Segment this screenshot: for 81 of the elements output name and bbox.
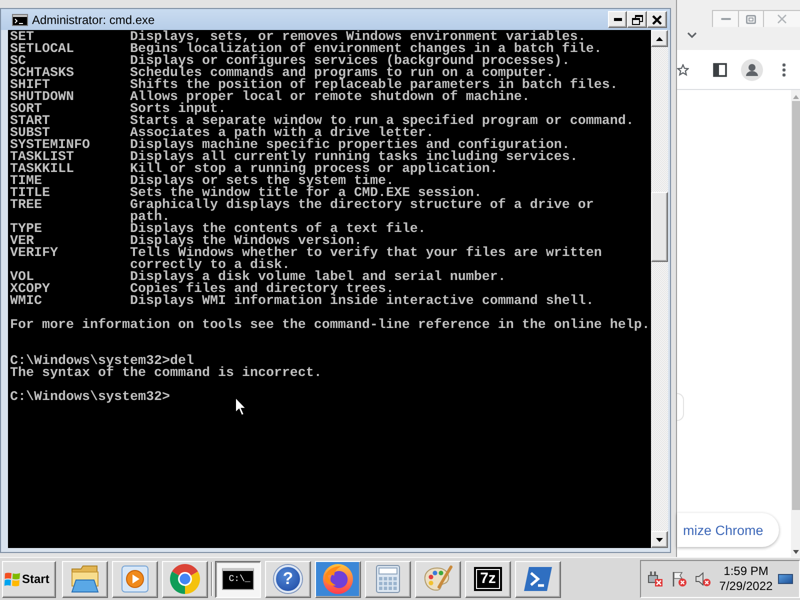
minimize-icon (614, 18, 622, 21)
taskbar-button[interactable] (515, 560, 561, 598)
powershell-icon (523, 566, 553, 592)
command-name: TITLE (10, 188, 50, 200)
scrollbar[interactable] (651, 30, 668, 548)
scrollbar-thumb[interactable] (651, 192, 668, 262)
taskbar-button[interactable]: ? (265, 560, 311, 598)
command-description: Displays WMI information inside interactive command shell. (130, 296, 594, 308)
command-name: XCOPY (10, 284, 50, 296)
command-name: TIME (10, 176, 42, 188)
command-name: WMIC (10, 296, 42, 308)
restore-icon (746, 14, 756, 24)
windows-flag-icon (4, 570, 21, 588)
clock-date: 7/29/2022 (719, 579, 773, 594)
error-message: The syntax of the command is incorrect. (10, 368, 322, 380)
taskbar-button[interactable] (365, 560, 411, 598)
flag-error-icon[interactable] (671, 571, 687, 587)
up-triangle-icon (656, 36, 663, 40)
command-name: VERIFY (10, 248, 58, 260)
profile-icon[interactable] (741, 58, 763, 80)
palette-icon (423, 565, 453, 593)
command-name: VOL (10, 272, 34, 284)
command-description: Displays or configures services (background processes). (130, 56, 570, 68)
terminal-icon (12, 14, 28, 26)
window-title: Administrator: cmd.exe (32, 12, 155, 26)
command-name: SET (10, 32, 34, 44)
command-name: SETLOCAL (10, 44, 74, 56)
help-note: For more information on tools see the command-line reference in the online help. (10, 320, 650, 332)
clock-time: 1:59 PM (724, 564, 768, 579)
chevron-down-icon[interactable] (687, 32, 697, 38)
command-name: SYSTEMINFO (10, 140, 90, 152)
command-prompt-line: C:\Windows\system32> (10, 392, 170, 404)
command-name: VER (10, 236, 34, 248)
command-name: SCHTASKS (10, 68, 74, 80)
scroll-up-button[interactable] (651, 30, 668, 47)
command-name: SORT (10, 104, 42, 116)
restore-icon (632, 14, 642, 24)
command-description: Sorts input. (130, 104, 226, 116)
taskbar-button[interactable] (415, 560, 461, 598)
command-name: TYPE (10, 224, 42, 236)
taskbar-button[interactable] (62, 560, 108, 598)
down-triangle-icon[interactable] (792, 550, 798, 554)
command-name: SHUTDOWN (10, 92, 74, 104)
close-icon (777, 14, 787, 24)
command-name: SUBST (10, 128, 50, 140)
folder-icon (70, 565, 100, 593)
taskbar-button[interactable] (162, 560, 208, 598)
terminal-icon: C:\_ (222, 568, 254, 590)
firefox-icon (323, 564, 353, 594)
side-panel-icon[interactable] (713, 62, 727, 76)
taskbar-button[interactable] (112, 560, 158, 598)
show-desktop-icon[interactable] (778, 574, 793, 584)
close-icon (652, 14, 662, 24)
scroll-down-button[interactable] (651, 531, 668, 548)
scrollbar-thumb[interactable] (792, 101, 800, 510)
command-prompt-line: C:\Windows\system32>del (10, 356, 194, 368)
command-name: TASKKILL (10, 164, 74, 176)
command-name: SHIFT (10, 80, 50, 92)
taskbar-button[interactable] (315, 560, 361, 598)
taskbar-button[interactable]: 7z (465, 560, 511, 598)
scrollbar[interactable] (791, 90, 800, 557)
command-name: START (10, 116, 50, 128)
mouse-pointer-icon (235, 397, 247, 416)
customize-button[interactable]: mize Chrome (677, 513, 780, 547)
command-name: TREE (10, 200, 42, 212)
command-description: Displays all currently running tasks including services. (130, 152, 578, 164)
more-menu-icon[interactable] (782, 62, 786, 76)
star-icon[interactable] (677, 64, 689, 76)
calculator-icon (376, 565, 400, 593)
speaker-muted-icon[interactable] (695, 571, 711, 587)
help-icon: ? (274, 565, 302, 593)
network-error-icon[interactable] (647, 571, 663, 587)
command-name: SC (10, 56, 26, 68)
minimize-icon (720, 18, 730, 20)
down-triangle-icon (656, 538, 663, 542)
play-button-icon (121, 565, 149, 593)
taskbar-button[interactable]: C:\_ (215, 560, 261, 598)
start-button[interactable]: Start (2, 560, 56, 598)
archive-icon: 7z (474, 567, 502, 591)
command-name: TASKLIST (10, 152, 74, 164)
chrome-icon (170, 564, 200, 594)
